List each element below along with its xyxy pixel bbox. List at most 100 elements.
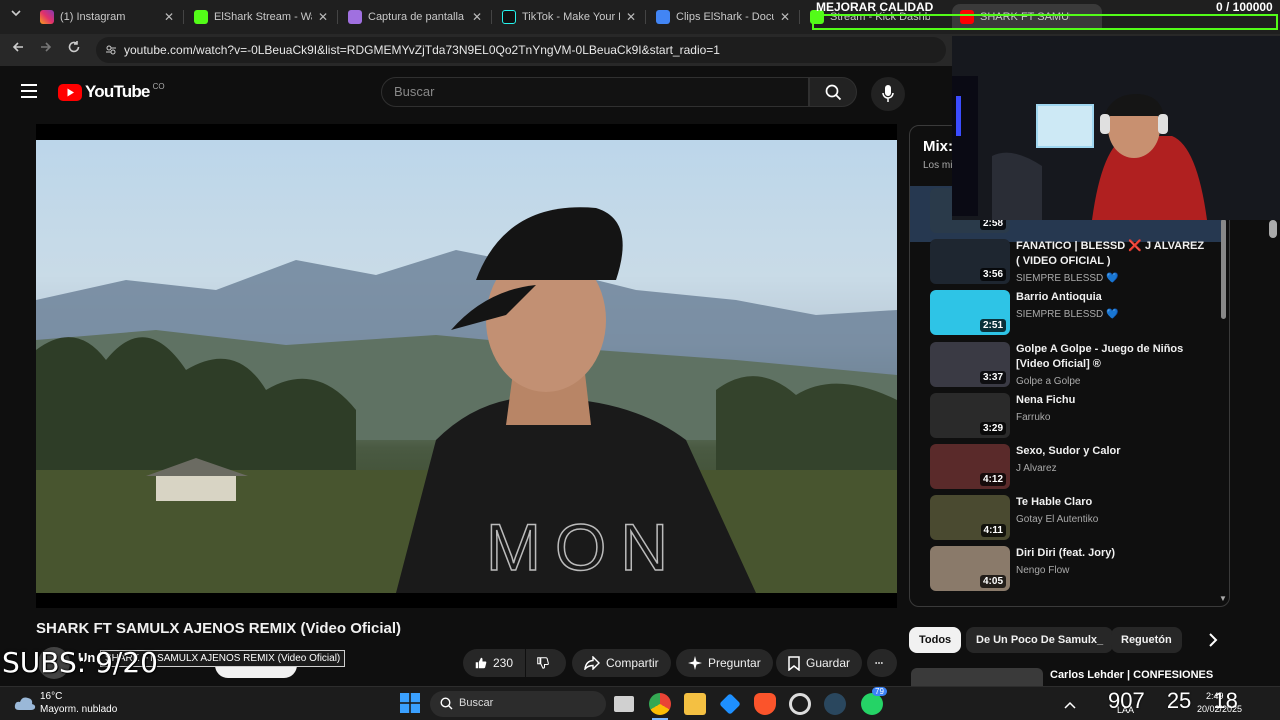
- close-icon[interactable]: ✕: [472, 10, 482, 24]
- clock-time[interactable]: 2:49: [1206, 691, 1224, 701]
- tab-label: TikTok - Make Your Da: [522, 11, 620, 23]
- opera-gx-icon[interactable]: [789, 693, 811, 715]
- app-icon[interactable]: [719, 693, 741, 715]
- menu-button[interactable]: [20, 84, 38, 103]
- brave-icon[interactable]: [754, 693, 776, 715]
- playlist-item-title[interactable]: Diri Diri (feat. Jory): [1016, 546, 1206, 561]
- webcam-overlay: [952, 36, 1280, 220]
- whatsapp-icon[interactable]: [861, 693, 883, 715]
- playlist-item-title[interactable]: FANATICO | BLESSD ❌ J ALVAREZ ( VIDEO OF…: [1016, 239, 1206, 269]
- playlist-item-duration: 3:37: [979, 370, 1006, 384]
- page-scrollbar[interactable]: [1269, 220, 1277, 238]
- task-view-icon[interactable]: [614, 696, 634, 712]
- file-explorer-icon[interactable]: [684, 693, 706, 715]
- like-button[interactable]: 230: [463, 649, 525, 677]
- tray-chevron[interactable]: [1064, 697, 1076, 715]
- browser-tab[interactable]: ElShark Stream - Watch ✕: [186, 4, 336, 30]
- chevron-down-icon: [11, 10, 21, 17]
- playlist-item-title[interactable]: Nena Fichu: [1016, 393, 1206, 408]
- browser-tab[interactable]: TikTok - Make Your Da ✕: [494, 4, 644, 30]
- playlist-item[interactable]: 4:05 Diri Diri (feat. Jory) Nengo Flow: [910, 546, 1222, 597]
- playlist-item-thumbnail[interactable]: 4:11: [930, 495, 1010, 541]
- more-actions-button[interactable]: [867, 649, 897, 677]
- tab-label: (1) Instagram: [60, 11, 126, 23]
- scroll-down-arrow[interactable]: ▼: [1219, 594, 1227, 603]
- playlist-item[interactable]: 4:11 Te Hable Claro Gotay El Autentiko: [910, 495, 1222, 546]
- forward-button[interactable]: [36, 40, 56, 60]
- close-icon[interactable]: ✕: [164, 10, 174, 24]
- subs-overlay: SUBS: 9/20: [2, 646, 158, 679]
- playlist-subtitle: Los mi: [923, 160, 953, 171]
- playlist-item[interactable]: 3:29 Nena Fichu Farruko: [910, 392, 1222, 444]
- kick-icon: [194, 10, 208, 24]
- ask-button[interactable]: Preguntar: [676, 649, 773, 677]
- youtube-logo[interactable]: YouTube CO: [58, 82, 165, 102]
- youtube-wordmark: YouTube: [85, 82, 150, 101]
- dislike-button[interactable]: [526, 649, 566, 677]
- site-info-icon[interactable]: [105, 44, 117, 56]
- windows-icon: [400, 693, 420, 713]
- browser-tab[interactable]: (1) Instagram ✕: [32, 4, 182, 30]
- tab-search-button[interactable]: [6, 6, 26, 26]
- like-count: 230: [492, 656, 513, 670]
- bookmark-icon: [788, 655, 800, 671]
- browser-tab[interactable]: Captura de pantalla po ✕: [340, 4, 490, 30]
- playlist-item-thumbnail[interactable]: 4:05: [930, 546, 1010, 592]
- next-video-title[interactable]: Carlos Lehder | CONFESIONES: [1050, 669, 1213, 681]
- close-icon[interactable]: ✕: [626, 10, 636, 24]
- playlist-item-channel: SIEMPRE BLESSD 💙: [1016, 273, 1119, 285]
- playlist-item-thumbnail[interactable]: 4:12: [930, 444, 1010, 489]
- playlist-scrollbar[interactable]: [1221, 219, 1226, 319]
- search-input[interactable]: Buscar: [381, 77, 809, 107]
- start-button[interactable]: [400, 693, 420, 718]
- playlist-item-title[interactable]: Golpe A Golpe - Juego de Niños [Video Of…: [1016, 342, 1206, 372]
- playlist-item-thumbnail[interactable]: 3:37: [930, 341, 1010, 387]
- video-frame: MON: [36, 140, 897, 593]
- chip-todos[interactable]: Todos: [909, 627, 962, 653]
- video-player[interactable]: MON: [36, 124, 897, 608]
- playlist-item[interactable]: 2:51 Barrio Antioquia SIEMPRE BLESSD 💙: [910, 290, 1222, 341]
- playlist-item[interactable]: 3:37 Golpe A Golpe - Juego de Niños [Vide…: [910, 341, 1222, 393]
- share-button[interactable]: Compartir: [572, 649, 671, 677]
- sparkle-icon: [688, 656, 702, 670]
- share-icon: [584, 656, 600, 670]
- chip-regueton[interactable]: Reguetón: [1111, 627, 1182, 653]
- playlist-item-title[interactable]: Barrio Antioquia: [1016, 290, 1206, 305]
- close-icon[interactable]: ✕: [318, 10, 328, 24]
- back-button[interactable]: [8, 40, 28, 60]
- thumbs-up-icon: [475, 657, 487, 669]
- share-label: Compartir: [606, 656, 659, 670]
- playlist-item-thumbnail[interactable]: 2:51: [930, 290, 1010, 336]
- save-button[interactable]: Guardar: [776, 649, 863, 677]
- reload-button[interactable]: [64, 40, 84, 60]
- weather-widget[interactable]: 16°C Mayorm. nublado: [12, 689, 132, 719]
- voice-search-button[interactable]: [871, 77, 905, 111]
- playlist-item[interactable]: 4:12 Sexo, Sudor y Calor J Alvarez: [910, 444, 1222, 495]
- chrome-icon[interactable]: [649, 693, 671, 715]
- steam-icon[interactable]: [824, 693, 846, 715]
- snip-icon: [348, 10, 362, 24]
- playlist-item-title[interactable]: Sexo, Sudor y Calor: [1016, 444, 1206, 459]
- tab-label: Captura de pantalla po: [368, 11, 466, 23]
- taskbar-search[interactable]: Buscar: [430, 691, 606, 717]
- chip-channel[interactable]: De Un Poco De Samulx_: [966, 627, 1114, 653]
- playlist-item[interactable]: 3:56 FANATICO | BLESSD ❌ J ALVAREZ ( VIDE…: [910, 239, 1222, 290]
- playlist-item-title[interactable]: Te Hable Claro: [1016, 495, 1206, 510]
- arrow-left-icon: [12, 42, 23, 52]
- close-icon[interactable]: ✕: [780, 10, 790, 24]
- playlist-item-duration: 3:29: [979, 421, 1006, 435]
- video-title: SHARK FT SAMULX AJENOS REMIX (Video Ofic…: [36, 620, 402, 637]
- browser-tab[interactable]: Clips ElShark - Docum ✕: [648, 4, 798, 30]
- search-icon: [825, 84, 842, 101]
- playlist-item-thumbnail[interactable]: 3:56: [930, 239, 1010, 285]
- url-text: youtube.com/watch?v=-0LBeuaCk9I&list=RDG…: [124, 43, 720, 57]
- clock-date[interactable]: 20/02/2025: [1197, 704, 1242, 714]
- goal-progress-bar: [812, 14, 1278, 30]
- search-button[interactable]: [809, 77, 857, 107]
- next-video-thumbnail[interactable]: [911, 668, 1043, 686]
- playlist-item-thumbnail[interactable]: 3:29: [930, 392, 1010, 438]
- address-bar[interactable]: youtube.com/watch?v=-0LBeuaCk9I&list=RDG…: [96, 37, 946, 63]
- thumbs-down-icon: [537, 657, 549, 669]
- more-horizontal-icon: [875, 662, 883, 664]
- chips-next-button[interactable]: [1200, 627, 1226, 653]
